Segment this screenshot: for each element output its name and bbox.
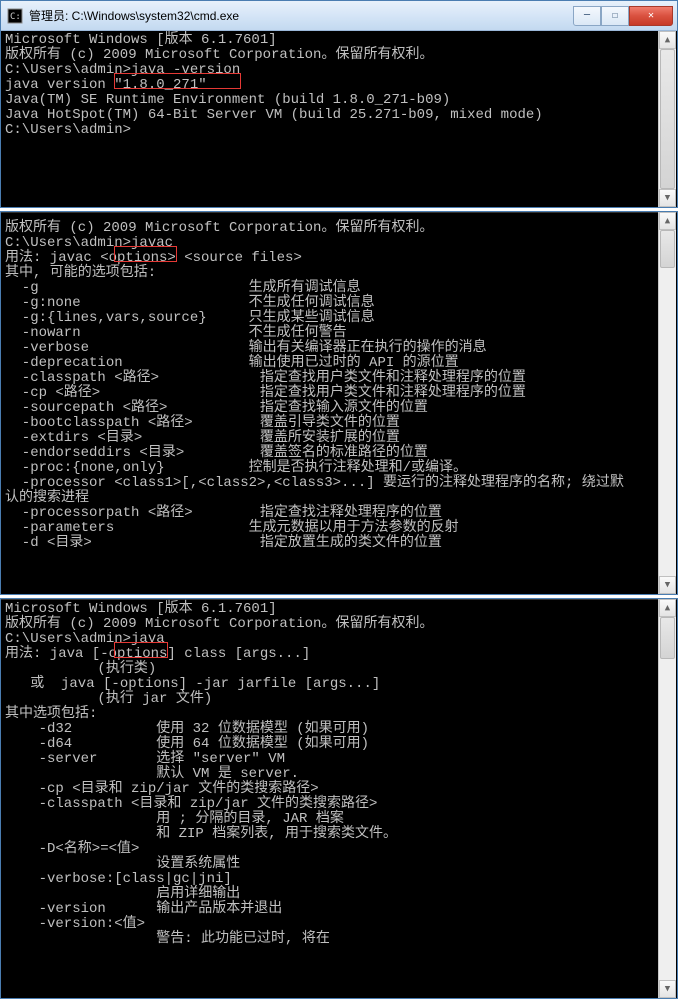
output-line: 用法: javac <options> <source files> [5, 251, 655, 266]
scroll-track[interactable] [659, 49, 676, 189]
output-line: C:\Users\admin> [5, 123, 655, 138]
output-line: -verbose 输出有关编译器正在执行的操作的消息 [5, 341, 655, 356]
output-line: Microsoft Windows [版本 6.1.7601] [5, 602, 655, 617]
output-line: -verbose:[class|gc|jni] [5, 872, 655, 887]
output-line: -cp <目录和 zip/jar 文件的类搜索路径> [5, 782, 655, 797]
output-line: 设置系统属性 [5, 857, 655, 872]
output-line: 用法: java [-options] class [args...] [5, 647, 655, 662]
output-line: -g:{lines,vars,source} 只生成某些调试信息 [5, 311, 655, 326]
scroll-down-button[interactable]: ▼ [659, 980, 676, 998]
scrollbar[interactable]: ▲ ▼ [658, 212, 676, 594]
output-line: -d64 使用 64 位数据模型 (如果可用) [5, 737, 655, 752]
output-line: -processor <class1>[,<class2>,<class3>..… [5, 476, 655, 491]
output-line: -D<名称>=<值> [5, 842, 655, 857]
output-line: C:\Users\admin>java -version [5, 63, 655, 78]
output-line: -cp <路径> 指定查找用户类文件和注释处理程序的位置 [5, 386, 655, 401]
output-line: C:\Users\admin>java [5, 632, 655, 647]
maximize-button[interactable]: ☐ [601, 6, 629, 26]
terminal-area: Microsoft Windows [版本 6.1.7601] 版权所有 (c)… [1, 31, 677, 207]
output-line: -extdirs <目录> 覆盖所安装扩展的位置 [5, 431, 655, 446]
output-line: 警告: 此功能已过时, 将在 [5, 932, 655, 947]
output-line: -g:none 不生成任何调试信息 [5, 296, 655, 311]
window-controls: ─ ☐ ✕ [573, 6, 673, 26]
output-line: (执行类) [5, 662, 655, 677]
output-line: 用 ; 分隔的目录, JAR 档案 [5, 812, 655, 827]
scroll-thumb[interactable] [660, 49, 675, 189]
cmd-window-3: Microsoft Windows [版本 6.1.7601] 版权所有 (c)… [0, 598, 678, 999]
scroll-down-button[interactable]: ▼ [659, 189, 676, 207]
cmd-window-2: 版权所有 (c) 2009 Microsoft Corporation。保留所有… [0, 211, 678, 595]
terminal-output[interactable]: Microsoft Windows [版本 6.1.7601] 版权所有 (c)… [1, 31, 677, 207]
output-line: -server 选择 "server" VM [5, 752, 655, 767]
output-line: 或 java [-options] -jar jarfile [args...] [5, 677, 655, 692]
output-line: -d32 使用 32 位数据模型 (如果可用) [5, 722, 655, 737]
scrollbar[interactable]: ▲ ▼ [658, 31, 676, 207]
close-button[interactable]: ✕ [629, 6, 673, 26]
scroll-thumb[interactable] [660, 230, 675, 268]
output-line: -classpath <目录和 zip/jar 文件的类搜索路径> [5, 797, 655, 812]
terminal-area: 版权所有 (c) 2009 Microsoft Corporation。保留所有… [1, 212, 677, 594]
output-line: Microsoft Windows [版本 6.1.7601] [5, 33, 655, 48]
output-line: 其中选项包括: [5, 707, 655, 722]
output-line: 启用详细输出 [5, 887, 655, 902]
output-line: -sourcepath <路径> 指定查找输入源文件的位置 [5, 401, 655, 416]
output-line: -deprecation 输出使用已过时的 API 的源位置 [5, 356, 655, 371]
scroll-down-button[interactable]: ▼ [659, 576, 676, 594]
output-line: -g 生成所有调试信息 [5, 281, 655, 296]
scroll-up-button[interactable]: ▲ [659, 212, 676, 230]
window-title: 管理员: C:\Windows\system32\cmd.exe [29, 7, 573, 24]
output-line: -d <目录> 指定放置生成的类文件的位置 [5, 536, 655, 551]
svg-text:C:: C: [10, 12, 21, 22]
output-line: 默认 VM 是 server. [5, 767, 655, 782]
titlebar[interactable]: C: 管理员: C:\Windows\system32\cmd.exe ─ ☐ … [1, 1, 677, 31]
scrollbar[interactable]: ▲ ▼ [658, 599, 676, 998]
scroll-track[interactable] [659, 617, 676, 980]
output-line: -endorseddirs <目录> 覆盖签名的标准路径的位置 [5, 446, 655, 461]
output-line: -classpath <路径> 指定查找用户类文件和注释处理程序的位置 [5, 371, 655, 386]
output-line: Java(TM) SE Runtime Environment (build 1… [5, 93, 655, 108]
scroll-track[interactable] [659, 230, 676, 576]
scroll-up-button[interactable]: ▲ [659, 31, 676, 49]
output-line: (执行 jar 文件) [5, 692, 655, 707]
output-line: -proc:{none,only} 控制是否执行注释处理和/或编译。 [5, 461, 655, 476]
cmd-window-1: C: 管理员: C:\Windows\system32\cmd.exe ─ ☐ … [0, 0, 678, 208]
output-line: -bootclasspath <路径> 覆盖引导类文件的位置 [5, 416, 655, 431]
scroll-thumb[interactable] [660, 617, 675, 659]
output-line: 版权所有 (c) 2009 Microsoft Corporation。保留所有… [5, 48, 655, 63]
terminal-area: Microsoft Windows [版本 6.1.7601] 版权所有 (c)… [1, 599, 677, 998]
cmd-icon: C: [7, 8, 23, 24]
output-line: -processorpath <路径> 指定查找注释处理程序的位置 [5, 506, 655, 521]
output-line: Java HotSpot(TM) 64-Bit Server VM (build… [5, 108, 655, 123]
output-line: C:\Users\admin>javac [5, 236, 655, 251]
output-line: 版权所有 (c) 2009 Microsoft Corporation。保留所有… [5, 617, 655, 632]
terminal-output[interactable]: Microsoft Windows [版本 6.1.7601] 版权所有 (c)… [1, 599, 677, 998]
output-line: 和 ZIP 档案列表, 用于搜索类文件。 [5, 827, 655, 842]
output-line: -parameters 生成元数据以用于方法参数的反射 [5, 521, 655, 536]
output-line: -version 输出产品版本并退出 [5, 902, 655, 917]
output-line: -nowarn 不生成任何警告 [5, 326, 655, 341]
output-line: 其中, 可能的选项包括: [5, 266, 655, 281]
terminal-output[interactable]: 版权所有 (c) 2009 Microsoft Corporation。保留所有… [1, 212, 677, 594]
output-line: 版权所有 (c) 2009 Microsoft Corporation。保留所有… [5, 221, 655, 236]
output-line: java version "1.8.0_271" [5, 78, 655, 93]
scroll-up-button[interactable]: ▲ [659, 599, 676, 617]
minimize-button[interactable]: ─ [573, 6, 601, 26]
output-line: 认的搜索进程 [5, 491, 655, 506]
output-line: -version:<值> [5, 917, 655, 932]
